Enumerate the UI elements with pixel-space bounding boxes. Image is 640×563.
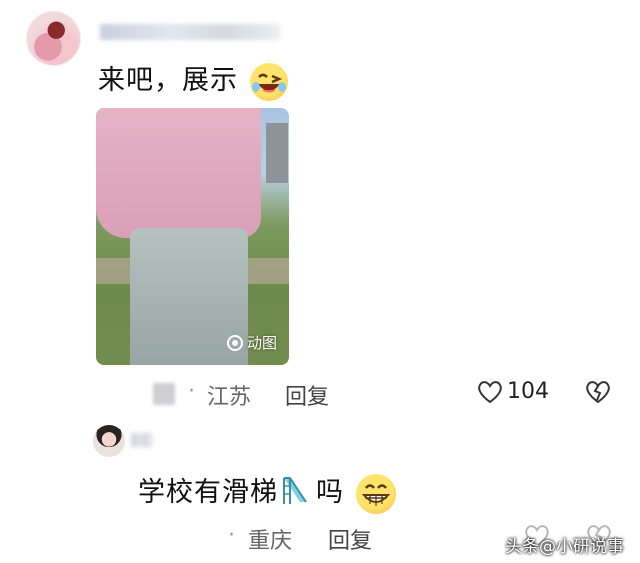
wink-laugh-emoji-icon [249, 62, 288, 101]
separator-dot: · [228, 523, 235, 548]
comment-text: 来吧，展示 [98, 58, 288, 101]
location-label: 江苏 [207, 385, 252, 410]
grin-emoji-icon [355, 473, 396, 514]
avatar[interactable] [93, 425, 125, 457]
username-redacted[interactable] [131, 433, 153, 447]
heart-icon[interactable] [477, 380, 503, 404]
comment-image[interactable]: 动图 [96, 108, 289, 365]
location-label: 重庆 [248, 529, 293, 554]
username-redacted[interactable] [100, 24, 280, 40]
slide-icon [280, 474, 314, 513]
comment-text: 学校有滑梯 吗 [138, 470, 396, 514]
reply-button[interactable]: 回复 [285, 379, 329, 411]
username-redacted-small [153, 383, 175, 405]
broken-heart-icon[interactable] [585, 380, 611, 404]
reply-button[interactable]: 回复 [328, 523, 372, 555]
like-count: 104 [507, 379, 549, 404]
separator-dot: · [188, 379, 195, 404]
avatar[interactable] [26, 11, 81, 66]
watermark: 头条@小研说事 [505, 537, 624, 557]
animated-badge: 动图 [226, 332, 277, 353]
animated-icon [226, 334, 243, 351]
